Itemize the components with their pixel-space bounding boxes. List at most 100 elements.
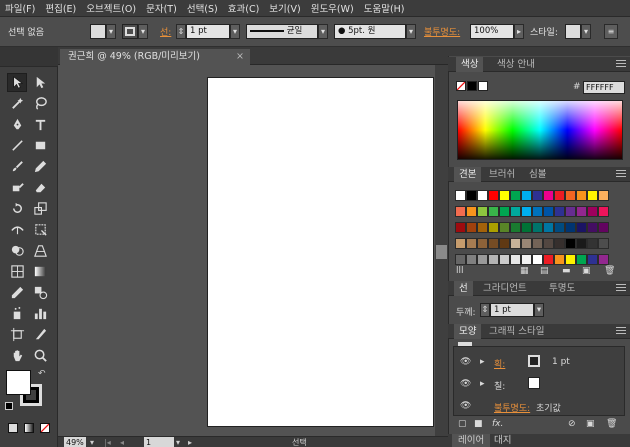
stroke-weight-stepper[interactable]: ⇕ (176, 24, 186, 39)
rotate-tool-icon[interactable] (7, 199, 27, 218)
swatch[interactable] (510, 238, 521, 249)
tab-brushes[interactable]: 브러쉬 (484, 167, 520, 182)
swatch[interactable] (466, 190, 477, 201)
swatch[interactable] (554, 206, 565, 217)
swatch[interactable] (543, 254, 554, 265)
add-stroke-icon[interactable]: ▢ (458, 419, 467, 429)
vertical-scrollbar[interactable] (435, 65, 448, 436)
swatch[interactable] (455, 254, 466, 265)
none-mode-icon[interactable] (40, 423, 50, 433)
appearance-fill-swatch[interactable] (528, 377, 540, 389)
artboard[interactable] (207, 77, 434, 427)
swatch[interactable] (477, 190, 488, 201)
artboard-tool-icon[interactable] (7, 325, 27, 344)
mesh-tool-icon[interactable] (7, 262, 27, 281)
pen-tool-icon[interactable] (7, 115, 27, 134)
stroke-weight-panel-field[interactable]: 1 pt (490, 303, 534, 317)
stroke-visibility-icon[interactable]: 👁 (460, 357, 471, 367)
swatch[interactable] (576, 206, 587, 217)
eyedropper-tool-icon[interactable] (7, 283, 27, 302)
swatch[interactable] (576, 222, 587, 233)
swatch[interactable] (554, 254, 565, 265)
fx-icon[interactable]: fx. (492, 419, 503, 429)
stroke-weight-field[interactable]: 1 pt (186, 24, 230, 39)
swatch[interactable] (521, 222, 532, 233)
swatch-options-icon[interactable]: ▤ (540, 266, 549, 276)
swatch[interactable] (477, 222, 488, 233)
perspective-grid-tool-icon[interactable] (30, 241, 50, 260)
swatch[interactable] (477, 238, 488, 249)
appearance-opacity-label[interactable]: 불투명도: (494, 401, 530, 414)
swatch[interactable] (466, 206, 477, 217)
new-color-group-icon[interactable]: ▬ (562, 266, 571, 276)
eraser-tool-icon[interactable] (30, 178, 50, 197)
line-tool-icon[interactable] (7, 136, 27, 155)
swatch[interactable] (488, 222, 499, 233)
swap-fill-stroke-icon[interactable]: ↶ (38, 369, 48, 379)
free-transform-tool-icon[interactable] (30, 220, 50, 239)
color-spectrum[interactable] (457, 100, 623, 160)
opacity-label[interactable]: 불투명도: (424, 25, 460, 38)
menu-window[interactable]: 윈도우(W) (306, 1, 359, 15)
color-mode-icon[interactable] (8, 423, 18, 433)
close-document-icon[interactable]: × (236, 49, 244, 65)
white-swatch-icon[interactable] (478, 81, 488, 91)
swatch[interactable] (598, 190, 609, 201)
next-artboard-icon[interactable]: ▸ (188, 437, 192, 447)
artboard-dropdown[interactable]: ▾ (176, 437, 180, 447)
fill-expand-icon[interactable]: ▸ (480, 379, 485, 389)
swatch[interactable] (488, 254, 499, 265)
menu-effect[interactable]: 효과(C) (223, 1, 265, 15)
swatch[interactable] (565, 254, 576, 265)
swatch[interactable] (466, 238, 477, 249)
swatch[interactable] (543, 190, 554, 201)
swatch[interactable] (488, 238, 499, 249)
swatch[interactable] (532, 190, 543, 201)
swatch[interactable] (499, 222, 510, 233)
swatch[interactable] (521, 238, 532, 249)
fill-swatch[interactable] (90, 24, 106, 39)
swatch[interactable] (565, 206, 576, 217)
tab-appearance[interactable]: 모양 (454, 324, 482, 339)
delete-swatch-icon[interactable]: 🗑 (604, 266, 615, 276)
menu-help[interactable]: 도움말(H) (359, 1, 410, 15)
tab-color[interactable]: 색상 (456, 57, 484, 72)
swatch[interactable] (565, 190, 576, 201)
brush-field[interactable]: ● 5pt. 원 (334, 24, 406, 39)
scale-tool-icon[interactable] (30, 199, 50, 218)
swatch[interactable] (499, 254, 510, 265)
stroke-label[interactable]: 선: (160, 25, 171, 38)
swatch[interactable] (554, 222, 565, 233)
opacity-dropdown[interactable]: ▸ (514, 24, 524, 39)
duplicate-item-icon[interactable]: ▣ (586, 419, 595, 429)
swatch[interactable] (510, 206, 521, 217)
stroke-weight-panel-dropdown[interactable]: ▾ (534, 303, 544, 317)
stroke-expand-icon[interactable]: ▸ (480, 357, 485, 367)
blend-tool-icon[interactable] (30, 283, 50, 302)
swatch[interactable] (532, 206, 543, 217)
pencil-tool-icon[interactable] (30, 157, 50, 176)
swatch[interactable] (587, 222, 598, 233)
menu-file[interactable]: 파일(F) (0, 1, 40, 15)
swatch[interactable] (510, 190, 521, 201)
symbol-sprayer-tool-icon[interactable] (7, 304, 27, 323)
swatch[interactable] (521, 206, 532, 217)
swatch[interactable] (510, 254, 521, 265)
delete-item-icon[interactable]: 🗑 (606, 419, 617, 429)
clear-appearance-icon[interactable]: ⊘ (568, 419, 576, 429)
menu-type[interactable]: 문자(T) (141, 1, 182, 15)
swatch[interactable] (565, 238, 576, 249)
swatch[interactable] (576, 190, 587, 201)
gradient-mode-icon[interactable] (24, 423, 34, 433)
zoom-field[interactable]: 49% (64, 437, 86, 447)
swatch[interactable] (455, 190, 466, 201)
vertical-scrollbar-thumb[interactable] (436, 245, 447, 259)
appearance-fill-label[interactable]: 칠: (494, 379, 505, 392)
first-artboard-icon[interactable]: |◂ (104, 437, 111, 447)
swatch[interactable] (576, 238, 587, 249)
fill-color-box[interactable] (6, 370, 31, 395)
tab-swatches[interactable]: 견본 (454, 167, 482, 182)
swatch[interactable] (499, 190, 510, 201)
menu-edit[interactable]: 편집(E) (40, 1, 81, 15)
magic-wand-tool-icon[interactable] (7, 94, 27, 113)
